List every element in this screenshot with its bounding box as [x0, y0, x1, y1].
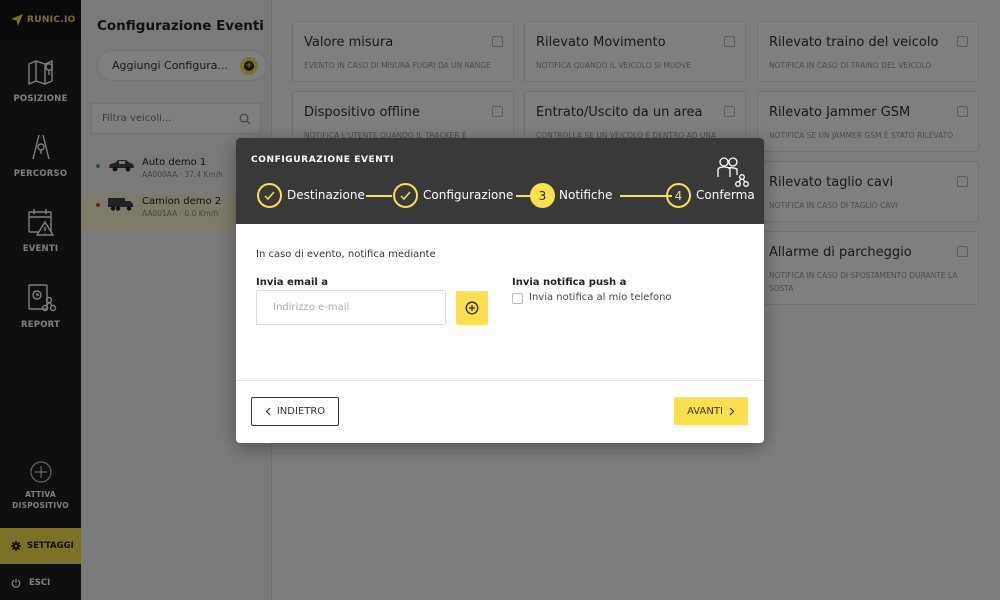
step-3-number: 3	[530, 183, 555, 208]
email-label: Invia email a	[256, 277, 329, 288]
modal-header: CONFIGURAZIONE EVENTI Destinazione Confi…	[236, 138, 764, 224]
step-2-check	[393, 183, 418, 208]
plus-circle-icon	[465, 301, 479, 315]
configuration-modal: CONFIGURAZIONE EVENTI Destinazione Confi…	[236, 138, 764, 443]
back-button-label: INDIETRO	[276, 406, 326, 417]
push-phone-checkbox[interactable]	[512, 293, 523, 304]
step-connector	[366, 195, 392, 197]
step-label-destinazione: Destinazione	[287, 188, 365, 202]
push-phone-label: Invia notifica al mio telefono	[529, 292, 672, 303]
check-icon	[400, 191, 411, 201]
modal-title: CONFIGURAZIONE EVENTI	[251, 155, 395, 165]
notification-intro: In caso di evento, notifica mediante	[256, 249, 436, 260]
chevron-right-icon	[729, 407, 735, 415]
step-4-number: 4	[666, 183, 691, 208]
check-icon	[264, 191, 275, 201]
step-1-check	[257, 183, 282, 208]
step-label-notifiche: Notifiche	[559, 188, 613, 202]
step-connector	[516, 195, 530, 197]
push-label: Invia notifica push a	[512, 277, 627, 288]
step-label-configurazione: Configurazione	[423, 188, 514, 202]
chevron-left-icon	[265, 407, 271, 416]
email-input[interactable]	[256, 290, 446, 325]
back-button[interactable]: INDIETRO	[251, 397, 339, 426]
next-button-label: AVANTI	[687, 405, 723, 417]
users-share-icon	[717, 157, 749, 187]
next-button[interactable]: AVANTI	[674, 397, 748, 425]
modal-divider	[236, 380, 764, 381]
step-label-conferma: Conferma	[696, 188, 755, 202]
step-connector	[620, 195, 672, 197]
add-email-button[interactable]	[456, 291, 488, 325]
